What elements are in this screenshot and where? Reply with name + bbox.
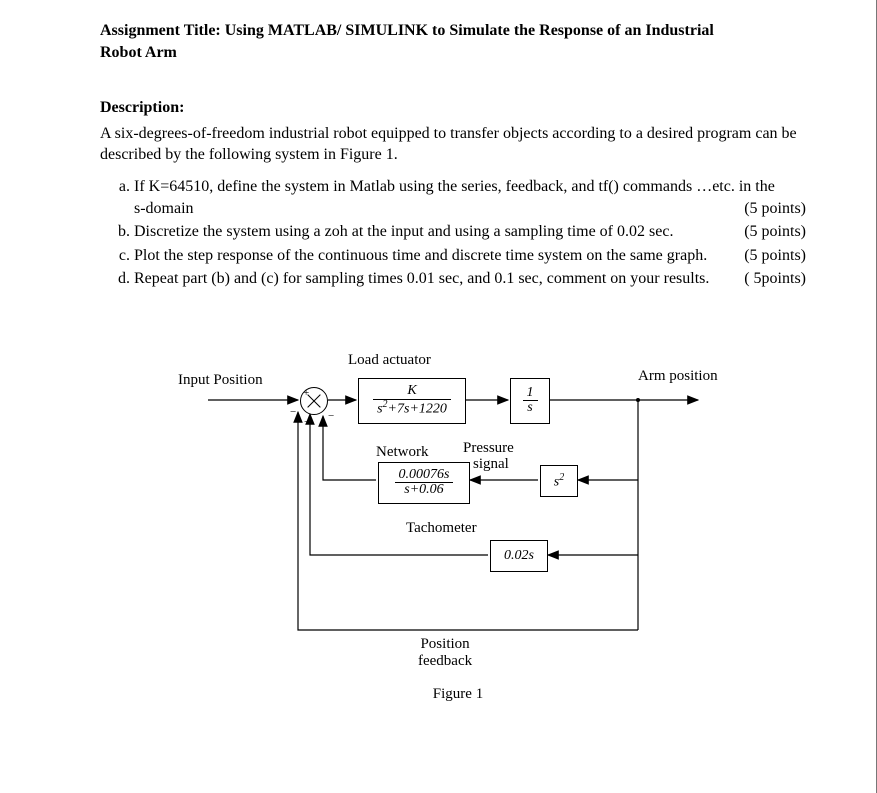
label-tachometer: Tachometer: [406, 520, 477, 537]
label-load-actuator: Load actuator: [348, 352, 431, 369]
network-block: 0.00076s s+0.06: [378, 462, 470, 504]
block-diagram: + − − − Input Position Load actuator Arm…: [138, 340, 778, 710]
tach-gain: 0.02s: [504, 548, 534, 564]
task-c-text: Plot the step response of the continuous…: [134, 247, 707, 264]
title-line-2: Robot Arm: [100, 44, 177, 61]
task-d-text: Repeat part (b) and (c) for sampling tim…: [134, 270, 709, 287]
label-arm-position: Arm position: [638, 368, 718, 385]
assignment-title: Assignment Title: Using MATLAB/ SIMULINK…: [100, 20, 816, 65]
tachometer-block: 0.02s: [490, 540, 548, 572]
figure-caption: Figure 1: [138, 686, 778, 703]
sum-minus-2: −: [304, 416, 310, 428]
integrator-block: 1 s: [510, 378, 550, 424]
description-heading: Description:: [100, 99, 816, 117]
pressure-block: s2: [540, 465, 578, 497]
label-signal: signal: [473, 456, 509, 473]
actuator-den-rest: +7s+1220: [388, 402, 447, 417]
pressure-tf: s2: [554, 472, 564, 491]
task-a-points: (5 points): [744, 198, 806, 220]
press-sup: 2: [559, 472, 564, 483]
label-input-position: Input Position: [178, 372, 263, 389]
net-den: s+0.06: [395, 483, 454, 498]
task-list: If K=64510, define the system in Matlab …: [134, 176, 816, 290]
task-b: Discretize the system using a zoh at the…: [134, 221, 816, 243]
task-a-text: If K=64510, define the system in Matlab …: [134, 178, 775, 217]
network-tf: 0.00076s s+0.06: [395, 468, 454, 498]
document-page: Assignment Title: Using MATLAB/ SIMULINK…: [0, 0, 877, 793]
label-pressure: Pressure: [463, 440, 514, 457]
label-feedback: feedback: [418, 653, 472, 669]
label-position-feedback: Position feedback: [418, 636, 472, 670]
task-a: If K=64510, define the system in Matlab …: [134, 176, 816, 219]
net-num: 0.00076s: [395, 468, 454, 484]
task-d: Repeat part (b) and (c) for sampling tim…: [134, 268, 816, 290]
task-d-points: ( 5points): [744, 268, 806, 290]
title-line-1: Assignment Title: Using MATLAB/ SIMULINK…: [100, 22, 714, 39]
sum-minus-3: −: [328, 410, 334, 422]
task-b-points: (5 points): [744, 221, 806, 243]
intro-paragraph: A six-degrees-of-freedom industrial robo…: [100, 123, 816, 166]
task-c: Plot the step response of the continuous…: [134, 245, 816, 267]
actuator-den: s2+7s+1220: [373, 400, 451, 417]
sum-plus-sign: +: [303, 387, 309, 399]
task-c-points: (5 points): [744, 245, 806, 267]
actuator-tf: K s2+7s+1220: [373, 384, 451, 417]
integrator-tf: 1 s: [523, 386, 538, 416]
actuator-block: K s2+7s+1220: [358, 378, 466, 424]
actuator-num: K: [373, 384, 451, 400]
task-b-text: Discretize the system using a zoh at the…: [134, 223, 673, 240]
sum-minus-1: −: [290, 406, 296, 418]
integ-den: s: [523, 401, 538, 416]
label-network: Network: [376, 444, 429, 461]
label-position: Position: [420, 636, 469, 652]
integ-num: 1: [523, 386, 538, 402]
